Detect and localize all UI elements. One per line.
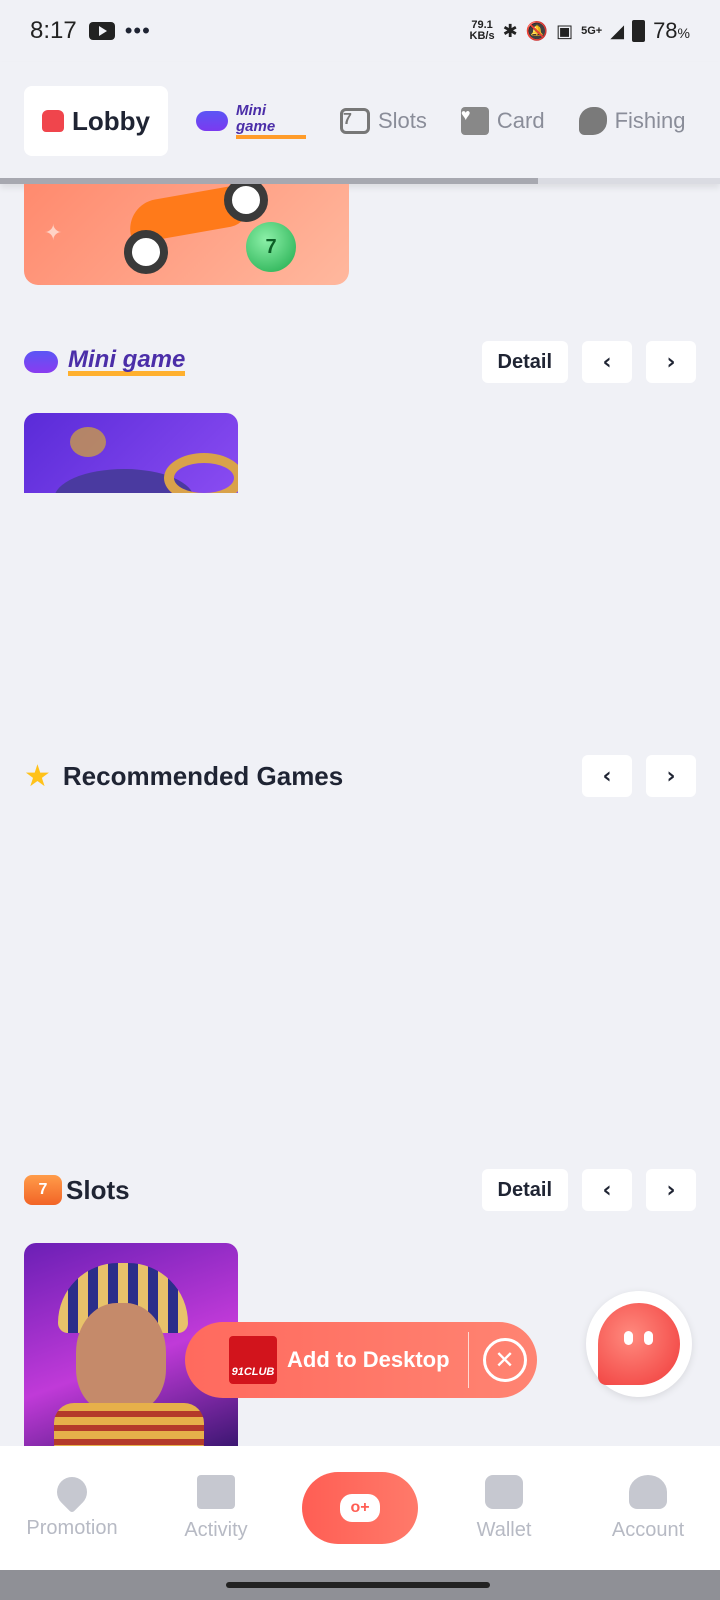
tab-card[interactable]: ♥ Card xyxy=(447,86,559,156)
gift-icon xyxy=(197,1474,235,1509)
mini-game-tile[interactable] xyxy=(24,413,238,493)
fish-icon xyxy=(578,107,607,135)
tab-slots[interactable]: 7 Slots xyxy=(326,86,441,156)
game-controller-icon: o+ xyxy=(340,1494,380,1522)
divider xyxy=(467,1332,469,1388)
slots-prev-button[interactable]: ‹ xyxy=(582,1169,632,1211)
recommended-prev-button[interactable]: ‹ xyxy=(582,755,632,797)
tab-more[interactable] xyxy=(706,86,720,156)
club-logo: 91CLUB xyxy=(229,1336,277,1384)
bike-wheel-image xyxy=(124,230,168,274)
battery-icon xyxy=(632,20,646,42)
promo-banner[interactable]: ✦ 7 xyxy=(24,184,349,285)
tab-mini-game[interactable]: Mini game xyxy=(182,86,320,156)
mini-game-title: Mini game xyxy=(24,347,186,376)
nav-wallet[interactable]: Wallet xyxy=(432,1446,576,1570)
wallet-icon xyxy=(485,1474,523,1509)
recommended-title: Recommended Games xyxy=(62,760,344,791)
slots-title: Slots xyxy=(66,1174,130,1205)
bluetooth-icon: ✱ xyxy=(502,20,518,41)
account-icon xyxy=(629,1474,667,1509)
network-type: 5G+ xyxy=(581,25,603,37)
gamepad-icon xyxy=(24,351,58,373)
slot-7-icon: 7 xyxy=(340,108,370,134)
promotion-icon xyxy=(50,1470,94,1513)
youtube-icon xyxy=(88,22,115,40)
card-icon: ♥ xyxy=(460,107,489,135)
coin-image xyxy=(70,427,106,457)
mini-game-section-header: Mini game Detail ‹ › xyxy=(24,340,696,384)
network-speed: 79.1 KB/s xyxy=(469,19,495,42)
gesture-bar xyxy=(0,1570,720,1600)
customer-service-button[interactable] xyxy=(586,1291,692,1397)
nav-promotion[interactable]: Promotion xyxy=(0,1446,144,1570)
sparkle-icon: ✦ xyxy=(44,220,63,245)
nav-activity[interactable]: Activity xyxy=(144,1446,288,1570)
star-icon: ★ xyxy=(24,759,51,793)
signal-icon: ◢ xyxy=(610,20,625,41)
mini-game-next-button[interactable]: › xyxy=(646,341,696,383)
mini-game-logo: Mini game xyxy=(236,103,306,139)
home-icon xyxy=(42,110,64,132)
chat-bubble-icon xyxy=(598,1303,680,1385)
tab-fishing[interactable]: Fishing xyxy=(565,86,700,156)
add-to-desktop-button[interactable]: Add to Desktop xyxy=(287,1347,450,1373)
pharaoh-collar-image xyxy=(54,1403,204,1448)
home-gesture-handle[interactable] xyxy=(226,1582,490,1588)
bottom-nav: Promotion Activity o+ Wallet Account xyxy=(0,1446,720,1570)
more-notifications-icon: ••• xyxy=(124,18,151,43)
volte-icon: ▣ xyxy=(556,20,574,41)
close-icon[interactable]: ✕ xyxy=(482,1338,527,1382)
tab-lobby[interactable]: Lobby xyxy=(24,86,168,156)
game-button[interactable]: o+ xyxy=(302,1472,418,1544)
nav-account[interactable]: Account xyxy=(576,1446,720,1570)
mini-game-detail-button[interactable]: Detail xyxy=(481,341,568,383)
bike-wheel-image xyxy=(224,184,268,222)
slots-detail-button[interactable]: Detail xyxy=(481,1169,568,1211)
gamepad-icon xyxy=(196,111,228,131)
rope-image xyxy=(164,453,238,493)
mute-icon: 🔕 xyxy=(525,20,549,41)
status-bar: 8:17 ••• 79.1 KB/s ✱ 🔕 ▣ 5G+ ◢ 78% xyxy=(0,0,720,62)
slots-next-button[interactable]: › xyxy=(646,1169,696,1211)
mini-game-prev-button[interactable]: ‹ xyxy=(582,341,632,383)
status-time: 8:17 xyxy=(30,17,77,44)
slots-section-header: 7 Slots Detail ‹ › xyxy=(24,1168,696,1212)
add-to-desktop-banner: 91CLUB Add to Desktop ✕ xyxy=(185,1322,537,1398)
category-tab-bar: Lobby Mini game 7 Slots ♥ Card Fishing xyxy=(0,62,720,184)
recommended-section-header: ★ Recommended Games ‹ › xyxy=(24,754,696,798)
battery-percent: 78% xyxy=(653,18,690,43)
pharaoh-face-image xyxy=(76,1303,166,1413)
slot-7-icon: 7 xyxy=(24,1175,62,1205)
lottery-ball-image: 7 xyxy=(246,222,296,272)
nav-game[interactable]: o+ xyxy=(288,1446,432,1570)
recommended-next-button[interactable]: › xyxy=(646,755,696,797)
